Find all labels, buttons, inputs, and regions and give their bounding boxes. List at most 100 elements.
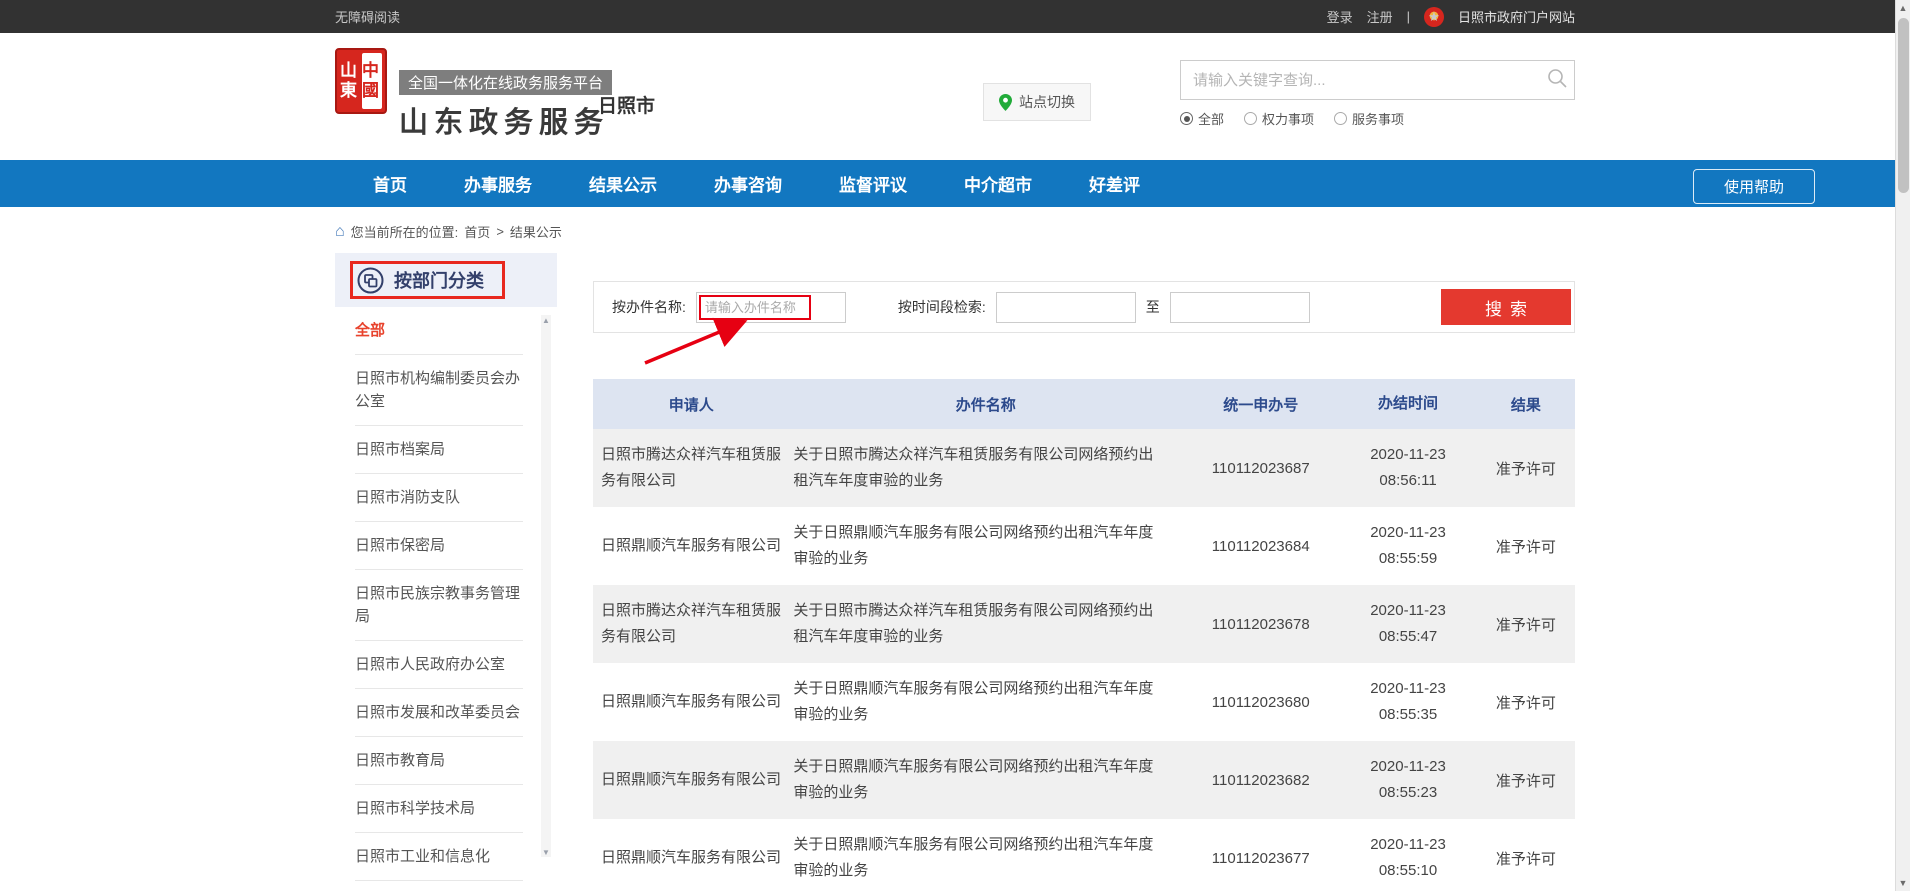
nav-item-intermediary[interactable]: 中介超市 bbox=[964, 171, 1032, 196]
radio-icon bbox=[1244, 112, 1257, 125]
department-item[interactable]: 日照市消防支队 bbox=[355, 474, 523, 522]
main-nav: 首页 办事服务 结果公示 办事咨询 监督评议 中介超市 好差评 使用帮助 bbox=[0, 160, 1910, 207]
date-from-input[interactable] bbox=[996, 292, 1136, 323]
nav-item-consult[interactable]: 办事咨询 bbox=[714, 171, 782, 196]
shandong-seal-logo-icon: 山東 中國 bbox=[335, 48, 387, 114]
scroll-down-icon[interactable]: ▼ bbox=[1896, 875, 1910, 891]
department-item[interactable]: 日照市工业和信息化 bbox=[355, 833, 523, 881]
site-header: 山東 中國 全国一体化在线政务服务平台 山东政务服务 日照市 站点切换 bbox=[0, 33, 1910, 160]
radio-icon bbox=[1180, 112, 1193, 125]
nav-item-rating[interactable]: 好差评 bbox=[1089, 171, 1140, 196]
item-name-input[interactable] bbox=[696, 292, 846, 323]
table-row[interactable]: 日照鼎顺汽车服务有限公司 关于日照鼎顺汽车服务有限公司网络预约出租汽车年度审验的… bbox=[593, 819, 1575, 891]
cell-finish-time: 2020-11-2308:55:23 bbox=[1339, 754, 1476, 806]
department-item[interactable]: 日照市民族宗教事务管理局 bbox=[355, 570, 523, 641]
nav-item-supervision[interactable]: 监督评议 bbox=[839, 171, 907, 196]
department-item[interactable]: 日照市教育局 bbox=[355, 737, 523, 785]
cell-applicant: 日照市腾达众祥汽车租赁服务有限公司 bbox=[593, 588, 789, 660]
keyword-search-input[interactable] bbox=[1181, 72, 1540, 89]
time-range-label: 按时间段检索: bbox=[898, 297, 986, 317]
scroll-up-icon[interactable]: ▲ bbox=[541, 315, 551, 327]
to-label: 至 bbox=[1146, 297, 1160, 317]
cell-applicant: 日照鼎顺汽车服务有限公司 bbox=[593, 757, 789, 803]
scope-label: 服务事项 bbox=[1352, 109, 1404, 128]
department-list: 全部 日照市机构编制委员会办公室 日照市档案局 日照市消防支队 日照市保密局 日… bbox=[335, 307, 557, 891]
department-sidebar: 按部门分类 全部 日照市机构编制委员会办公室 日照市档案局 日照市消防支队 日照… bbox=[335, 253, 557, 891]
breadcrumb-home-link[interactable]: 首页 bbox=[464, 222, 490, 241]
city-portal-link[interactable]: 日照市政府门户网站 bbox=[1458, 7, 1575, 26]
home-icon: ⌂ bbox=[335, 224, 345, 240]
scope-radio-all[interactable]: 全部 bbox=[1180, 109, 1224, 128]
cell-applicant: 日照鼎顺汽车服务有限公司 bbox=[593, 679, 789, 725]
site-switch-label: 站点切换 bbox=[1019, 92, 1075, 112]
department-item[interactable]: 日照市机构编制委员会办公室 bbox=[355, 355, 523, 426]
login-link[interactable]: 登录 bbox=[1327, 7, 1353, 26]
table-row[interactable]: 日照鼎顺汽车服务有限公司 关于日照鼎顺汽车服务有限公司网络预约出租汽车年度审验的… bbox=[593, 663, 1575, 741]
scope-radio-service[interactable]: 服务事项 bbox=[1334, 109, 1404, 128]
city-name: 日照市 bbox=[598, 91, 655, 118]
location-pin-icon bbox=[999, 94, 1012, 111]
cell-applicant: 日照鼎顺汽车服务有限公司 bbox=[593, 835, 789, 881]
department-item[interactable]: 日照市档案局 bbox=[355, 426, 523, 474]
search-button[interactable]: 搜索 bbox=[1441, 289, 1571, 325]
department-item-all[interactable]: 全部 bbox=[355, 307, 523, 355]
cell-result: 准予许可 bbox=[1477, 692, 1575, 713]
topbar-divider: | bbox=[1407, 9, 1410, 24]
site-logo: 山東 中國 全国一体化在线政务服务平台 山东政务服务 bbox=[335, 48, 612, 141]
sidebar-scrollbar[interactable]: ▲ ▼ bbox=[541, 315, 551, 857]
cell-code: 110112023678 bbox=[1182, 616, 1339, 633]
item-name-label: 按办件名称: bbox=[612, 297, 686, 317]
brand-title: 山东政务服务 bbox=[399, 99, 612, 141]
scrollbar-thumb[interactable] bbox=[1898, 18, 1909, 193]
cell-result: 准予许可 bbox=[1477, 614, 1575, 635]
col-header-result: 结果 bbox=[1477, 394, 1575, 415]
results-table: 申请人 办件名称 统一申办号 办结时间 结果 日照市腾达众祥汽车租赁服务有限公司… bbox=[593, 379, 1575, 891]
department-item[interactable]: 日照市人民政府办公室 bbox=[355, 641, 523, 689]
breadcrumb: ⌂ 您当前所在的位置: 首页 > 结果公示 bbox=[0, 207, 1910, 253]
col-header-applicant: 申请人 bbox=[593, 394, 789, 415]
department-item[interactable]: 日照市科学技术局 bbox=[355, 785, 523, 833]
scroll-up-icon[interactable]: ▲ bbox=[1896, 0, 1910, 16]
cell-applicant: 日照鼎顺汽车服务有限公司 bbox=[593, 523, 789, 569]
col-header-item-name: 办件名称 bbox=[789, 394, 1182, 415]
nav-item-results[interactable]: 结果公示 bbox=[589, 171, 657, 196]
cell-code: 110112023680 bbox=[1182, 694, 1339, 711]
department-item[interactable]: 日照市发展和改革委员会 bbox=[355, 689, 523, 737]
site-switch-button[interactable]: 站点切换 bbox=[983, 83, 1091, 121]
breadcrumb-current[interactable]: 结果公示 bbox=[510, 222, 562, 241]
platform-badge: 全国一体化在线政务服务平台 bbox=[399, 70, 612, 95]
table-row[interactable]: 日照市腾达众祥汽车租赁服务有限公司 关于日照市腾达众祥汽车租赁服务有限公司网络预… bbox=[593, 429, 1575, 507]
cell-code: 110112023682 bbox=[1182, 772, 1339, 789]
cell-item-name: 关于日照鼎顺汽车服务有限公司网络预约出租汽车年度审验的业务 bbox=[789, 510, 1182, 582]
table-header-row: 申请人 办件名称 统一申办号 办结时间 结果 bbox=[593, 379, 1575, 429]
scroll-down-icon[interactable]: ▼ bbox=[541, 847, 551, 859]
sidebar-header: 按部门分类 bbox=[335, 253, 557, 307]
nav-item-services[interactable]: 办事服务 bbox=[464, 171, 532, 196]
cell-finish-time: 2020-11-2308:55:35 bbox=[1339, 676, 1476, 728]
col-header-code: 统一申办号 bbox=[1182, 394, 1339, 415]
cell-finish-time: 2020-11-2308:55:10 bbox=[1339, 832, 1476, 884]
table-row[interactable]: 日照鼎顺汽车服务有限公司 关于日照鼎顺汽车服务有限公司网络预约出租汽车年度审验的… bbox=[593, 741, 1575, 819]
scope-radio-power[interactable]: 权力事项 bbox=[1244, 109, 1314, 128]
scope-label: 权力事项 bbox=[1262, 109, 1314, 128]
table-row[interactable]: 日照市腾达众祥汽车租赁服务有限公司 关于日照市腾达众祥汽车租赁服务有限公司网络预… bbox=[593, 585, 1575, 663]
topbar: 无障碍阅读 登录 注册 | ★ 日照市政府门户网站 bbox=[0, 0, 1910, 33]
scope-label: 全部 bbox=[1198, 109, 1224, 128]
cell-code: 110112023677 bbox=[1182, 850, 1339, 867]
date-to-input[interactable] bbox=[1170, 292, 1310, 323]
accessibility-link[interactable]: 无障碍阅读 bbox=[335, 7, 400, 26]
cell-result: 准予许可 bbox=[1477, 770, 1575, 791]
header-search: 全部 权力事项 服务事项 bbox=[1180, 60, 1575, 128]
page-scrollbar[interactable]: ▲ ▼ bbox=[1895, 0, 1910, 891]
breadcrumb-separator: > bbox=[496, 224, 504, 239]
cell-item-name: 关于日照市腾达众祥汽车租赁服务有限公司网络预约出租汽车年度审验的业务 bbox=[789, 432, 1182, 504]
help-button[interactable]: 使用帮助 bbox=[1693, 169, 1815, 204]
search-icon[interactable] bbox=[1540, 68, 1574, 93]
national-emblem-icon: ★ bbox=[1424, 7, 1444, 27]
cell-item-name: 关于日照鼎顺汽车服务有限公司网络预约出租汽车年度审验的业务 bbox=[789, 822, 1182, 891]
cell-result: 准予许可 bbox=[1477, 848, 1575, 869]
department-item[interactable]: 日照市保密局 bbox=[355, 522, 523, 570]
register-link[interactable]: 注册 bbox=[1367, 7, 1393, 26]
nav-item-home[interactable]: 首页 bbox=[373, 171, 407, 196]
table-row[interactable]: 日照鼎顺汽车服务有限公司 关于日照鼎顺汽车服务有限公司网络预约出租汽车年度审验的… bbox=[593, 507, 1575, 585]
